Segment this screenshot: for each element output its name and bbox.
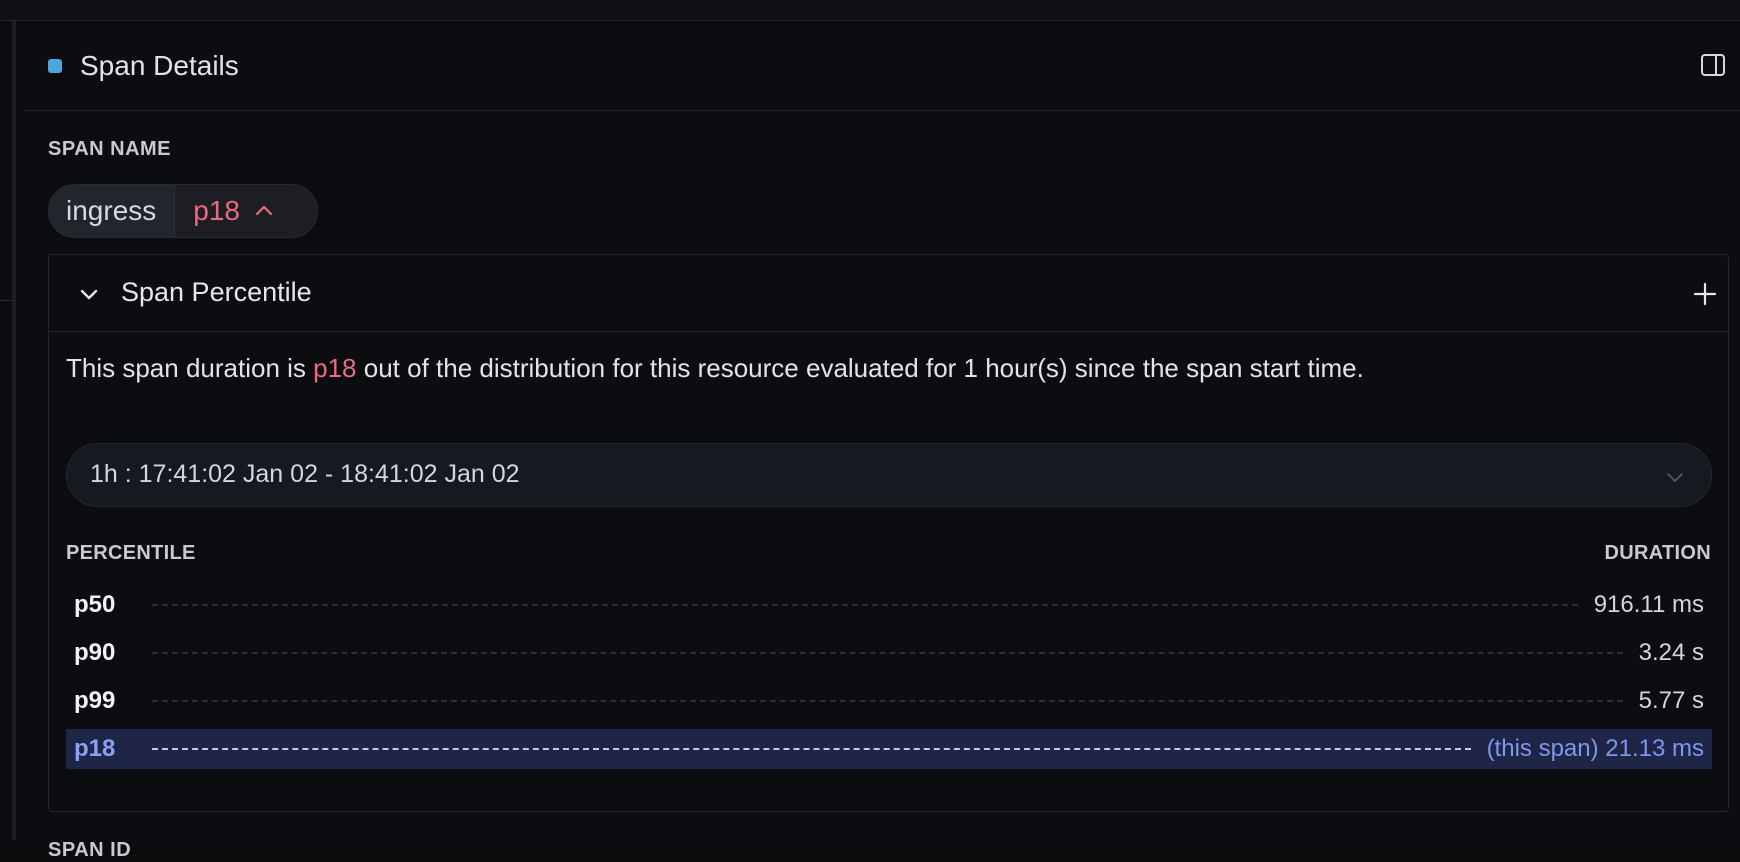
left-rail [0,21,24,840]
chevron-down-icon[interactable] [77,282,101,306]
row-leader [152,604,1578,606]
row-leader [152,748,1471,750]
percentile-toggle-button[interactable]: p18 [175,185,288,237]
chevron-up-icon [255,205,273,216]
span-name-label: SPAN NAME [48,138,172,160]
percentile-table: p50 916.11 ms p90 3.24 s p99 5.77 s p18 … [66,581,1712,769]
percentile-duration: 5.77 s [1638,687,1704,714]
percentile-name: p18 [74,735,116,762]
time-range-select[interactable]: 1h : 17:41:02 Jan 02 - 18:41:02 Jan 02 [66,443,1712,507]
percentile-column-header: PERCENTILE [66,542,196,564]
percentile-duration: (this span) 21.13 ms [1486,735,1704,762]
row-leader [152,652,1623,654]
rail-divider[interactable] [12,21,16,840]
duration-column-header: DURATION [1604,542,1711,564]
span-details-panel: Span Details SPAN NAME ingress p18 Span … [24,21,1740,861]
table-row: p90 3.24 s [66,629,1712,677]
percentile-name: p99 [74,687,116,714]
panel-header: Span Details [24,21,1740,111]
percentile-duration: 3.24 s [1638,639,1704,666]
row-leader [152,700,1623,702]
percentile-name: p90 [74,639,116,666]
panel-title: Span Details [80,50,239,81]
description-percentile: p18 [313,353,357,383]
card-title: Span Percentile [121,277,312,307]
chevron-down-icon [1664,466,1686,488]
percentile-description: This span duration is p18 out of the dis… [66,353,1364,383]
top-strip [0,0,1740,21]
span-name-pill: ingress p18 [48,184,318,238]
span-name-value: ingress [49,185,176,237]
table-row: p50 916.11 ms [66,581,1712,629]
span-percentile-card: Span Percentile This span duration is p1… [48,254,1729,812]
percentile-name: p50 [74,591,116,618]
current-span-row: p18 (this span) 21.13 ms [66,729,1712,769]
span-id-label: SPAN ID [48,839,132,861]
plus-icon[interactable] [1692,281,1718,307]
time-range-value: 1h : 17:41:02 Jan 02 - 18:41:02 Jan 02 [90,460,520,488]
percentile-badge: p18 [193,195,240,226]
sidebar-toggle-icon[interactable] [1700,52,1726,78]
table-row: p99 5.77 s [66,677,1712,725]
card-header[interactable]: Span Percentile [49,255,1728,332]
percentile-duration: 916.11 ms [1593,591,1704,618]
rail-tick [0,300,12,301]
status-dot [48,59,62,73]
